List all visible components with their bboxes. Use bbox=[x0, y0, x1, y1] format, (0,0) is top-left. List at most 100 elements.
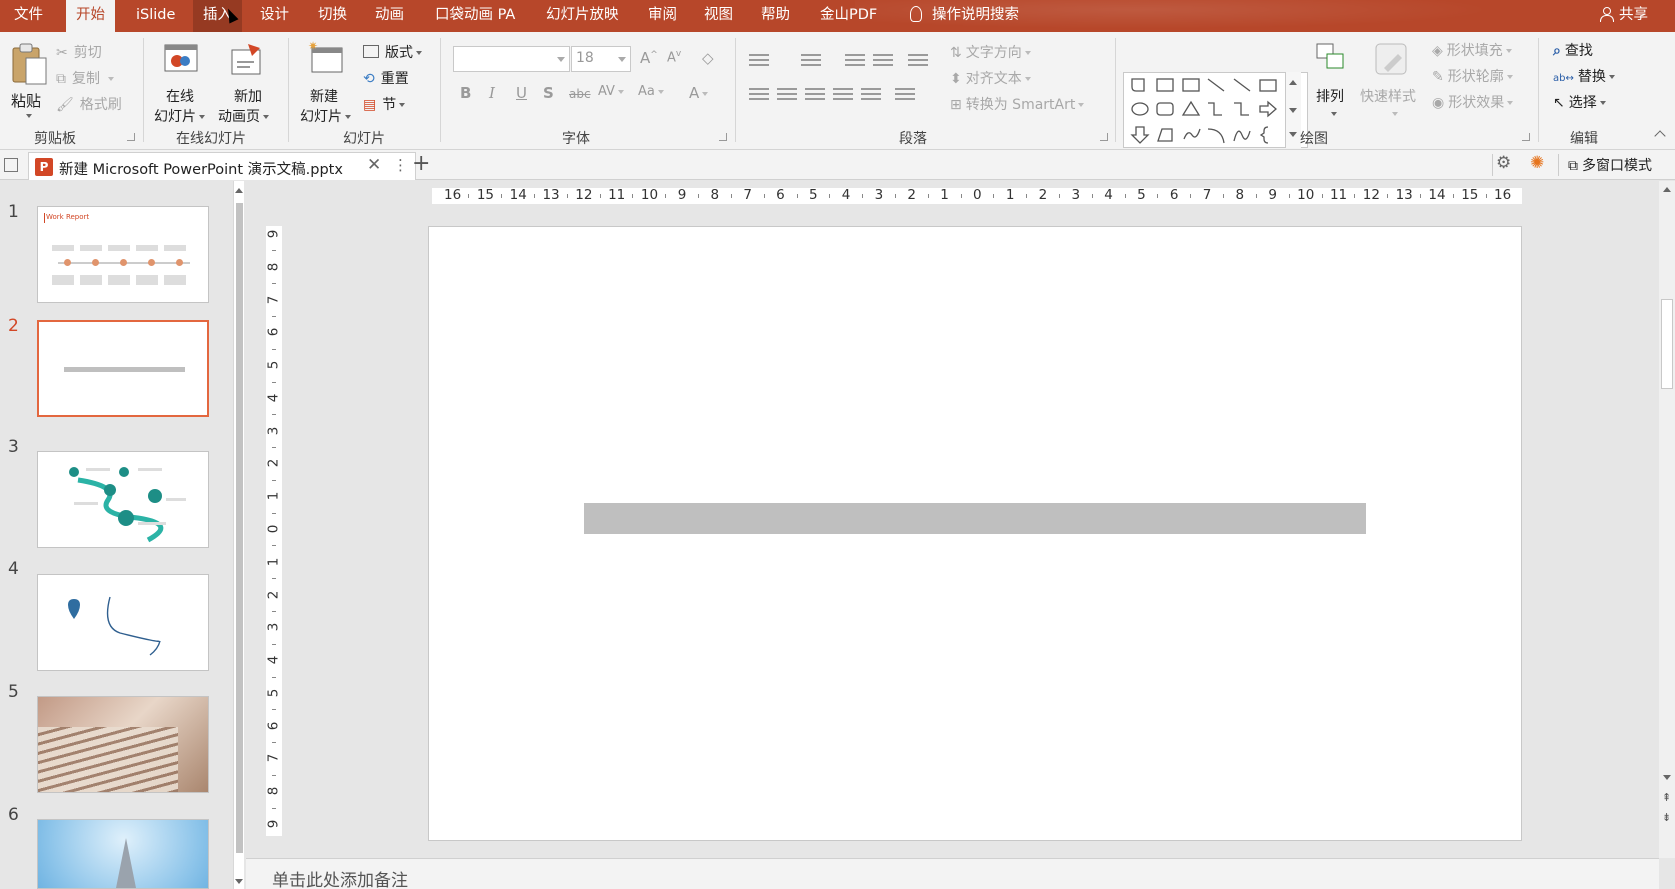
columns-icon[interactable] bbox=[895, 88, 915, 102]
underline-button[interactable]: U bbox=[516, 84, 527, 102]
align-center-icon[interactable] bbox=[777, 88, 797, 102]
menu-pocket-animation[interactable]: 口袋动画 PA bbox=[425, 0, 525, 32]
shapes-gallery[interactable] bbox=[1123, 72, 1308, 148]
layout-button[interactable]: 版式 bbox=[363, 42, 422, 62]
thumbnails-scrollbar[interactable] bbox=[233, 181, 244, 889]
drawing-launcher-icon[interactable] bbox=[1522, 133, 1530, 141]
shape-effects-button[interactable]: ◉ 形状效果 bbox=[1432, 92, 1514, 112]
decrease-font-size-icon[interactable]: Av bbox=[667, 49, 681, 65]
gray-rectangle-shape[interactable] bbox=[584, 503, 1366, 534]
document-tab[interactable]: P 新建 Microsoft PowerPoint 演示文稿.pptx ✕ ⋮ bbox=[28, 152, 416, 180]
align-left-icon[interactable] bbox=[749, 88, 769, 102]
change-case-button[interactable]: Aa bbox=[638, 84, 664, 99]
scroll-down-icon[interactable] bbox=[235, 879, 243, 884]
arrange-button[interactable]: 排列 bbox=[1312, 40, 1354, 122]
scrollbar-thumb[interactable] bbox=[236, 203, 243, 853]
collapse-ribbon-icon[interactable] bbox=[1654, 130, 1666, 142]
decrease-indent-icon[interactable] bbox=[845, 54, 865, 68]
menu-view[interactable]: 视图 bbox=[694, 0, 743, 32]
editor-scrollbar[interactable]: ⇞ ⇟ bbox=[1659, 181, 1675, 858]
justify-icon[interactable] bbox=[833, 88, 853, 102]
bullets-icon[interactable] bbox=[749, 54, 769, 68]
font-size-input[interactable]: 18 bbox=[571, 46, 631, 72]
scroll-up-icon[interactable] bbox=[235, 188, 243, 193]
menu-help[interactable]: 帮助 bbox=[751, 0, 800, 32]
new-slide-button[interactable]: ✷ 新建 幻灯片 bbox=[296, 40, 360, 125]
increase-font-size-icon[interactable]: A^ bbox=[640, 49, 658, 67]
ruler-tick bbox=[665, 194, 667, 198]
scrollbar-thumb[interactable] bbox=[1661, 299, 1673, 389]
font-name-input[interactable] bbox=[453, 46, 570, 72]
menu-slideshow[interactable]: 幻灯片放映 bbox=[536, 0, 629, 32]
convert-smartart-button[interactable]: ⊞ 转换为 SmartArt bbox=[950, 94, 1085, 114]
new-tab-icon[interactable]: + bbox=[412, 151, 430, 176]
select-button[interactable]: ↖ 选择 bbox=[1553, 92, 1606, 112]
gallery-expand-icon[interactable] bbox=[1289, 132, 1297, 137]
reset-button[interactable]: ⟲ 重置 bbox=[363, 68, 409, 88]
shape-fill-button[interactable]: ◈ 形状填充 bbox=[1432, 40, 1512, 60]
numbering-icon[interactable] bbox=[801, 54, 821, 68]
scroll-down-icon[interactable] bbox=[1663, 775, 1671, 780]
replace-button[interactable]: ab↔ 替换 bbox=[1553, 66, 1615, 86]
window-toggle-icon[interactable] bbox=[4, 158, 18, 172]
scroll-up-icon[interactable] bbox=[1663, 187, 1671, 192]
align-text-button[interactable]: ⬍ 对齐文本 bbox=[950, 68, 1031, 88]
clipboard-launcher-icon[interactable] bbox=[127, 133, 135, 141]
menu-file[interactable]: 文件 bbox=[4, 0, 53, 32]
section-button[interactable]: ▤ 节 bbox=[363, 94, 406, 114]
multi-window-mode-button[interactable]: ⧉ 多窗口模式 bbox=[1568, 155, 1652, 175]
gear-icon[interactable]: ⚙ bbox=[1496, 153, 1511, 173]
copy-button[interactable]: ⧉ 复制 bbox=[56, 68, 114, 88]
menu-review[interactable]: 审阅 bbox=[638, 0, 687, 32]
replace-icon: ab↔ bbox=[1553, 73, 1574, 84]
previous-slide-icon[interactable]: ⇞ bbox=[1662, 791, 1671, 804]
new-animation-page-button[interactable]: 新加 动画页 bbox=[214, 40, 278, 125]
scroll-down-icon[interactable] bbox=[1289, 108, 1297, 113]
bold-button[interactable]: B bbox=[460, 84, 471, 102]
shapes-gallery-scroll[interactable] bbox=[1285, 72, 1301, 148]
menu-kingsoft-pdf[interactable]: 金山PDF bbox=[810, 0, 887, 32]
clear-formatting-icon[interactable]: ◇ bbox=[702, 49, 714, 67]
slide-thumbnail-3[interactable] bbox=[37, 451, 209, 548]
paste-button[interactable]: 粘贴 bbox=[8, 40, 48, 122]
tell-me-search[interactable]: 操作说明搜索 bbox=[900, 0, 1029, 32]
menu-animations[interactable]: 动画 bbox=[365, 0, 414, 32]
scroll-up-icon[interactable] bbox=[1289, 80, 1297, 85]
current-slide-canvas[interactable] bbox=[428, 226, 1522, 841]
align-right-icon[interactable] bbox=[805, 88, 825, 102]
plugin-sun-icon[interactable]: ✺ bbox=[1530, 153, 1544, 173]
format-painter-button[interactable]: 🖌 格式刷 bbox=[56, 94, 122, 114]
more-options-icon[interactable]: ⋮ bbox=[393, 156, 408, 174]
quick-styles-button[interactable]: 快速样式 bbox=[1360, 40, 1426, 122]
increase-indent-icon[interactable] bbox=[873, 54, 893, 68]
slide-thumbnail-5[interactable] bbox=[37, 696, 209, 793]
menu-home[interactable]: 开始 bbox=[66, 0, 115, 32]
next-slide-icon[interactable]: ⇟ bbox=[1662, 811, 1671, 824]
slide-thumbnail-4[interactable] bbox=[37, 574, 209, 671]
text-direction-button[interactable]: ⇅ 文字方向 bbox=[950, 42, 1031, 62]
distributed-icon[interactable] bbox=[861, 88, 881, 102]
find-button[interactable]: ⌕ 查找 bbox=[1553, 40, 1593, 60]
slide-thumbnail-1[interactable]: Work Report bbox=[37, 206, 209, 303]
menu-design[interactable]: 设计 bbox=[250, 0, 299, 32]
font-launcher-icon[interactable] bbox=[719, 133, 727, 141]
text-shadow-button[interactable]: S bbox=[543, 84, 554, 102]
online-slides-button[interactable]: 在线 幻灯片 bbox=[150, 40, 210, 125]
slide-thumbnail-6[interactable] bbox=[37, 819, 209, 889]
close-icon[interactable]: ✕ bbox=[367, 155, 381, 175]
character-spacing-button[interactable]: AV bbox=[598, 84, 624, 99]
share-button[interactable]: 共享 bbox=[1590, 0, 1658, 32]
paragraph-launcher-icon[interactable] bbox=[1100, 133, 1108, 141]
line-spacing-icon[interactable] bbox=[908, 54, 928, 68]
strikethrough-button[interactable]: abc bbox=[569, 87, 591, 101]
cut-button[interactable]: ✂ 剪切 bbox=[56, 42, 102, 62]
slide-thumbnail-2[interactable] bbox=[37, 320, 209, 417]
font-color-button[interactable]: A bbox=[689, 84, 709, 102]
shape-outline-button[interactable]: ✎ 形状轮廓 bbox=[1432, 66, 1513, 86]
italic-button[interactable]: I bbox=[489, 84, 495, 102]
menu-transitions[interactable]: 切换 bbox=[308, 0, 357, 32]
paste-dropdown-icon[interactable] bbox=[26, 114, 32, 118]
thumbnail-title: Work Report bbox=[46, 213, 90, 221]
notes-pane[interactable]: 单击此处添加备注 bbox=[246, 858, 1659, 889]
menu-islide[interactable]: iSlide bbox=[126, 0, 185, 32]
